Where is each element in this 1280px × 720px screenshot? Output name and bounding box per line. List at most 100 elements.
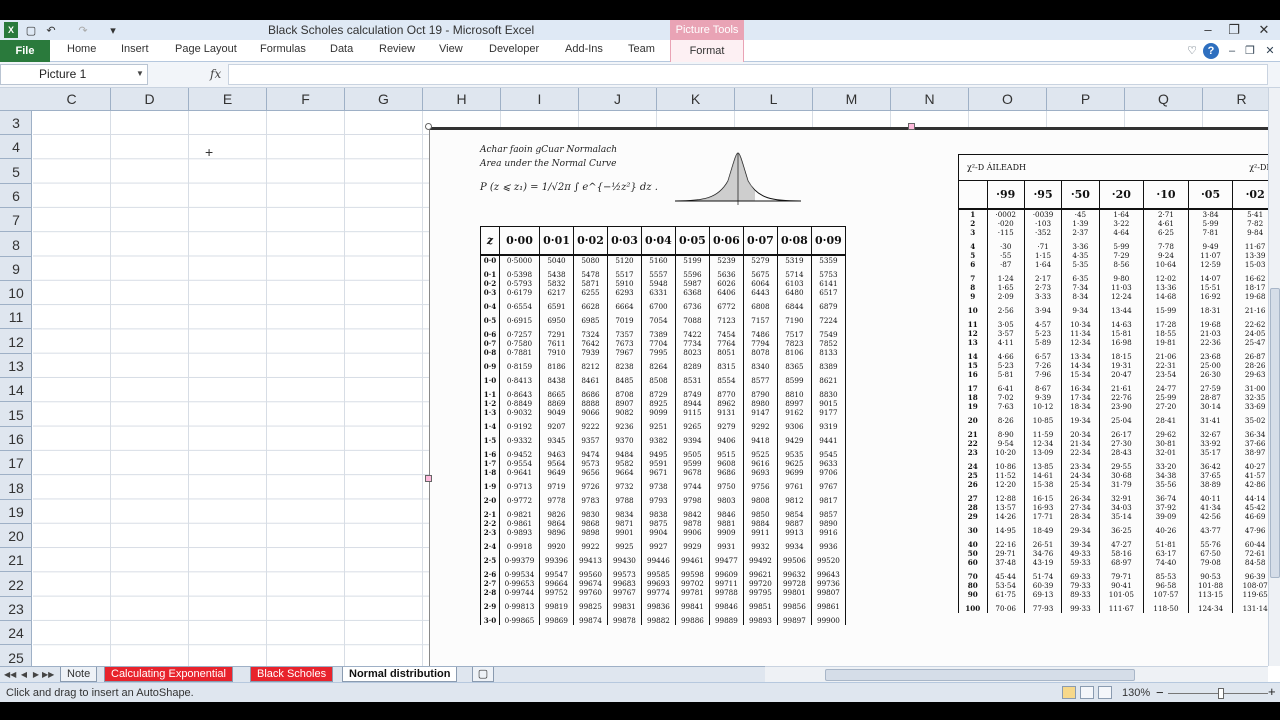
row-header-15[interactable]: 15 [0, 403, 32, 427]
tab-file[interactable]: File [0, 40, 50, 62]
insert-function-icon[interactable]: fx [210, 67, 221, 81]
chi-value-cell: 4·66 [986, 351, 1025, 361]
chi-value-cell: 2·73 [1023, 282, 1063, 292]
tab-home[interactable]: Home [67, 43, 96, 55]
workbook-close-icon[interactable]: ✕ [1262, 43, 1278, 59]
table-row: 13 4·11 5·89 12·34 16·98 19·81 22·36 25·47 [958, 337, 1268, 347]
row-header-3[interactable]: 3 [0, 111, 32, 135]
workbook-minimize-icon[interactable]: – [1224, 43, 1240, 59]
row-header-9[interactable]: 9 [0, 257, 32, 281]
row-header-23[interactable]: 23 [0, 597, 32, 621]
row-header-6[interactable]: 6 [0, 184, 32, 208]
probability-cell: 8212 [572, 361, 608, 371]
vertical-scroll-thumb[interactable] [1270, 288, 1280, 578]
row-header-8[interactable]: 8 [0, 233, 32, 257]
row-header-14[interactable]: 14 [0, 378, 32, 403]
row-header-24[interactable]: 24 [0, 621, 32, 646]
tab-developer[interactable]: Developer [489, 43, 539, 55]
tab-review[interactable]: Review [379, 43, 415, 55]
customize-qat-icon[interactable]: ▾ [106, 22, 120, 38]
chi-value-cell: 5·23 [986, 360, 1025, 370]
redo-icon[interactable]: ↷ [76, 22, 90, 38]
save-icon[interactable]: ▢ [24, 22, 38, 38]
page-layout-view-icon[interactable] [1080, 686, 1094, 699]
column-header-q[interactable]: Q [1125, 88, 1203, 111]
chi-value-cell: 20·47 [1098, 369, 1145, 379]
column-header-f[interactable]: F [267, 88, 345, 111]
tab-page-layout[interactable]: Page Layout [175, 43, 237, 55]
row-header-12[interactable]: 12 [0, 330, 32, 354]
resize-handle-left[interactable] [425, 475, 432, 482]
chevron-down-icon[interactable]: ▼ [136, 69, 144, 78]
horizontal-scroll-thumb[interactable] [825, 669, 1135, 681]
column-header-g[interactable]: G [345, 88, 423, 111]
horizontal-scrollbar[interactable] [765, 666, 1268, 682]
minimize-icon[interactable]: – [1196, 21, 1220, 39]
row-header-22[interactable]: 22 [0, 573, 32, 597]
probability-cell: 9599 [674, 458, 710, 468]
tab-data[interactable]: Data [330, 43, 353, 55]
column-header-m[interactable]: M [813, 88, 891, 111]
row-header-7[interactable]: 7 [0, 208, 32, 233]
excel-logo-icon[interactable]: X [4, 22, 18, 38]
chi-value-cell: 77·93 [1023, 603, 1063, 613]
row-header-21[interactable]: 21 [0, 548, 32, 573]
name-box[interactable]: Picture 1 [0, 64, 148, 85]
resize-handle-top[interactable] [908, 123, 915, 130]
help-icon[interactable]: ? [1203, 43, 1219, 59]
undo-icon[interactable]: ↶ [44, 22, 58, 38]
row-header-5[interactable]: 5 [0, 160, 32, 184]
column-header-p[interactable]: P [1047, 88, 1125, 111]
row-header-10[interactable]: 10 [0, 281, 32, 306]
tab-add-ins[interactable]: Add-Ins [565, 43, 603, 55]
normal-view-icon[interactable] [1062, 686, 1076, 699]
column-header-j[interactable]: J [579, 88, 657, 111]
vertical-scrollbar[interactable] [1268, 88, 1280, 666]
row-header-11[interactable]: 11 [0, 305, 32, 330]
formula-input[interactable] [228, 64, 1268, 85]
restore-icon[interactable]: ❐ [1222, 21, 1246, 39]
tab-format[interactable]: Format [670, 40, 744, 62]
close-icon[interactable]: ✕ [1252, 21, 1276, 39]
tab-insert[interactable]: Insert [121, 43, 149, 55]
zoom-slider-knob[interactable] [1218, 688, 1224, 699]
column-header-l[interactable]: L [735, 88, 813, 111]
row-header-20[interactable]: 20 [0, 524, 32, 549]
tab-team[interactable]: Team [628, 43, 655, 55]
row-header-19[interactable]: 19 [0, 500, 32, 524]
zoom-in-icon[interactable]: + [1268, 684, 1276, 699]
resize-handle-top-left[interactable] [425, 123, 432, 130]
insert-sheet-icon[interactable]: ▢ [472, 667, 494, 682]
sheet-tab-normal-distribution[interactable]: Normal distribution [342, 667, 458, 682]
column-header-e[interactable]: E [189, 88, 267, 111]
zoom-level[interactable]: 130% [1122, 687, 1150, 699]
next-sheet-icon[interactable]: ▶ [30, 668, 42, 681]
column-header-o[interactable]: O [969, 88, 1047, 111]
tab-formulas[interactable]: Formulas [260, 43, 306, 55]
prev-sheet-icon[interactable]: ◀ [18, 668, 30, 681]
column-header-n[interactable]: N [891, 88, 969, 111]
sheet-tab-black-scholes[interactable]: Black Scholes [250, 667, 334, 682]
sheet-tab-calculating-exponential[interactable]: Calculating Exponential [104, 667, 233, 682]
column-header-h[interactable]: H [423, 88, 501, 111]
workbook-restore-icon[interactable]: ❐ [1242, 43, 1258, 59]
ribbon-minimize-icon[interactable]: ♡ [1184, 43, 1200, 59]
column-header-i[interactable]: I [501, 88, 579, 111]
row-header-17[interactable]: 17 [0, 451, 32, 476]
column-header-k[interactable]: K [657, 88, 735, 111]
page-break-view-icon[interactable] [1098, 686, 1112, 699]
first-sheet-icon[interactable]: ◀◀ [4, 668, 16, 681]
row-header-13[interactable]: 13 [0, 354, 32, 378]
column-header-d[interactable]: D [111, 88, 189, 111]
row-header-16[interactable]: 16 [0, 427, 32, 451]
last-sheet-icon[interactable]: ▶▶ [42, 668, 54, 681]
row-header-4[interactable]: 4 [0, 135, 32, 160]
sheet-tab-note[interactable]: Note [60, 667, 98, 682]
probability-cell: 9826 [539, 509, 574, 519]
row-header-18[interactable]: 18 [0, 476, 32, 500]
picture-1[interactable]: Achar faoin gCuar Normalach Area under t… [429, 127, 1268, 666]
tab-view[interactable]: View [439, 43, 463, 55]
z-value: 0·0 [480, 254, 500, 265]
zoom-out-icon[interactable]: − [1156, 685, 1164, 700]
column-header-c[interactable]: C [33, 88, 111, 111]
